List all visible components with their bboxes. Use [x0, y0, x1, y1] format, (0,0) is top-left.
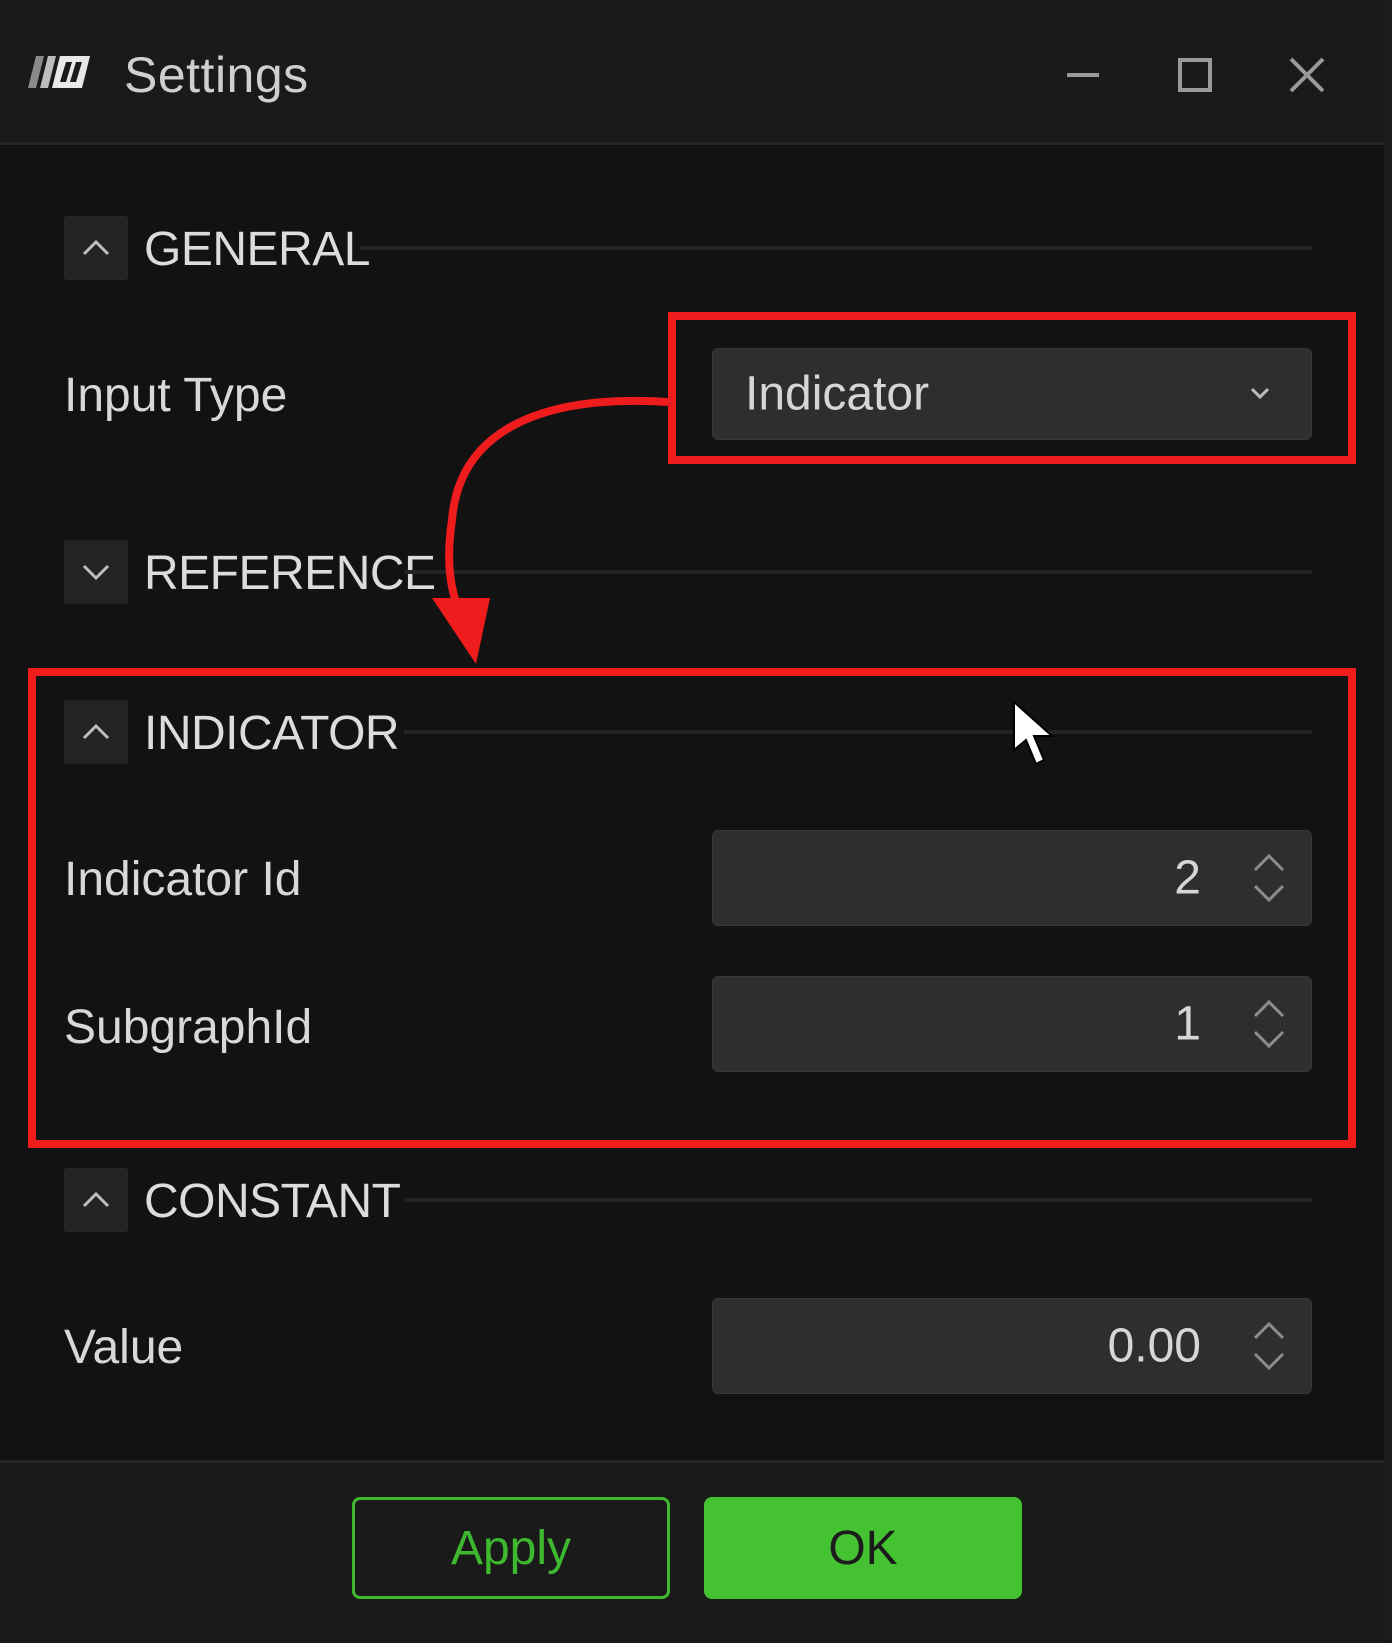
- section-general: GENERAL: [64, 216, 1312, 280]
- chevron-down-icon: [82, 564, 110, 581]
- constant-collapse-toggle[interactable]: [64, 1168, 128, 1232]
- general-collapse-toggle[interactable]: [64, 216, 128, 280]
- value-label: Value: [64, 1321, 184, 1374]
- input-type-label: Input Type: [64, 369, 288, 422]
- section-title-reference: REFERENCE: [144, 547, 436, 600]
- value-number: 0.00: [1107, 1319, 1201, 1373]
- section-title-general: GENERAL: [144, 223, 370, 276]
- apply-button[interactable]: Apply: [352, 1497, 670, 1599]
- close-icon: [1289, 57, 1325, 93]
- value-stepper[interactable]: 0.00: [712, 1298, 1312, 1394]
- annotation-highlight-input-type: [668, 312, 1356, 464]
- maximize-icon: [1178, 58, 1212, 92]
- window-title: Settings: [124, 47, 309, 103]
- close-button[interactable]: [1272, 40, 1342, 110]
- section-divider: [404, 570, 1312, 574]
- chevron-up-icon: [82, 239, 110, 256]
- reference-expand-toggle[interactable]: [64, 540, 128, 604]
- minimize-icon: [1067, 73, 1099, 77]
- minimize-button[interactable]: [1048, 40, 1118, 110]
- title-bar[interactable]: Settings: [0, 0, 1384, 145]
- maximize-button[interactable]: [1160, 40, 1230, 110]
- section-divider: [404, 1198, 1312, 1202]
- ok-button[interactable]: OK: [704, 1497, 1022, 1599]
- mouse-cursor-icon: [1013, 700, 1055, 766]
- dialog-footer: [0, 1460, 1384, 1643]
- chevron-up-icon: [82, 1191, 110, 1208]
- section-constant: CONSTANT: [64, 1168, 1312, 1232]
- spinner-arrows-icon[interactable]: [1249, 1316, 1289, 1376]
- section-title-constant: CONSTANT: [144, 1175, 401, 1228]
- section-reference: REFERENCE: [64, 540, 1312, 604]
- app-logo-icon: [28, 56, 90, 88]
- annotation-highlight-indicator-section: [28, 668, 1356, 1148]
- section-divider: [360, 246, 1312, 250]
